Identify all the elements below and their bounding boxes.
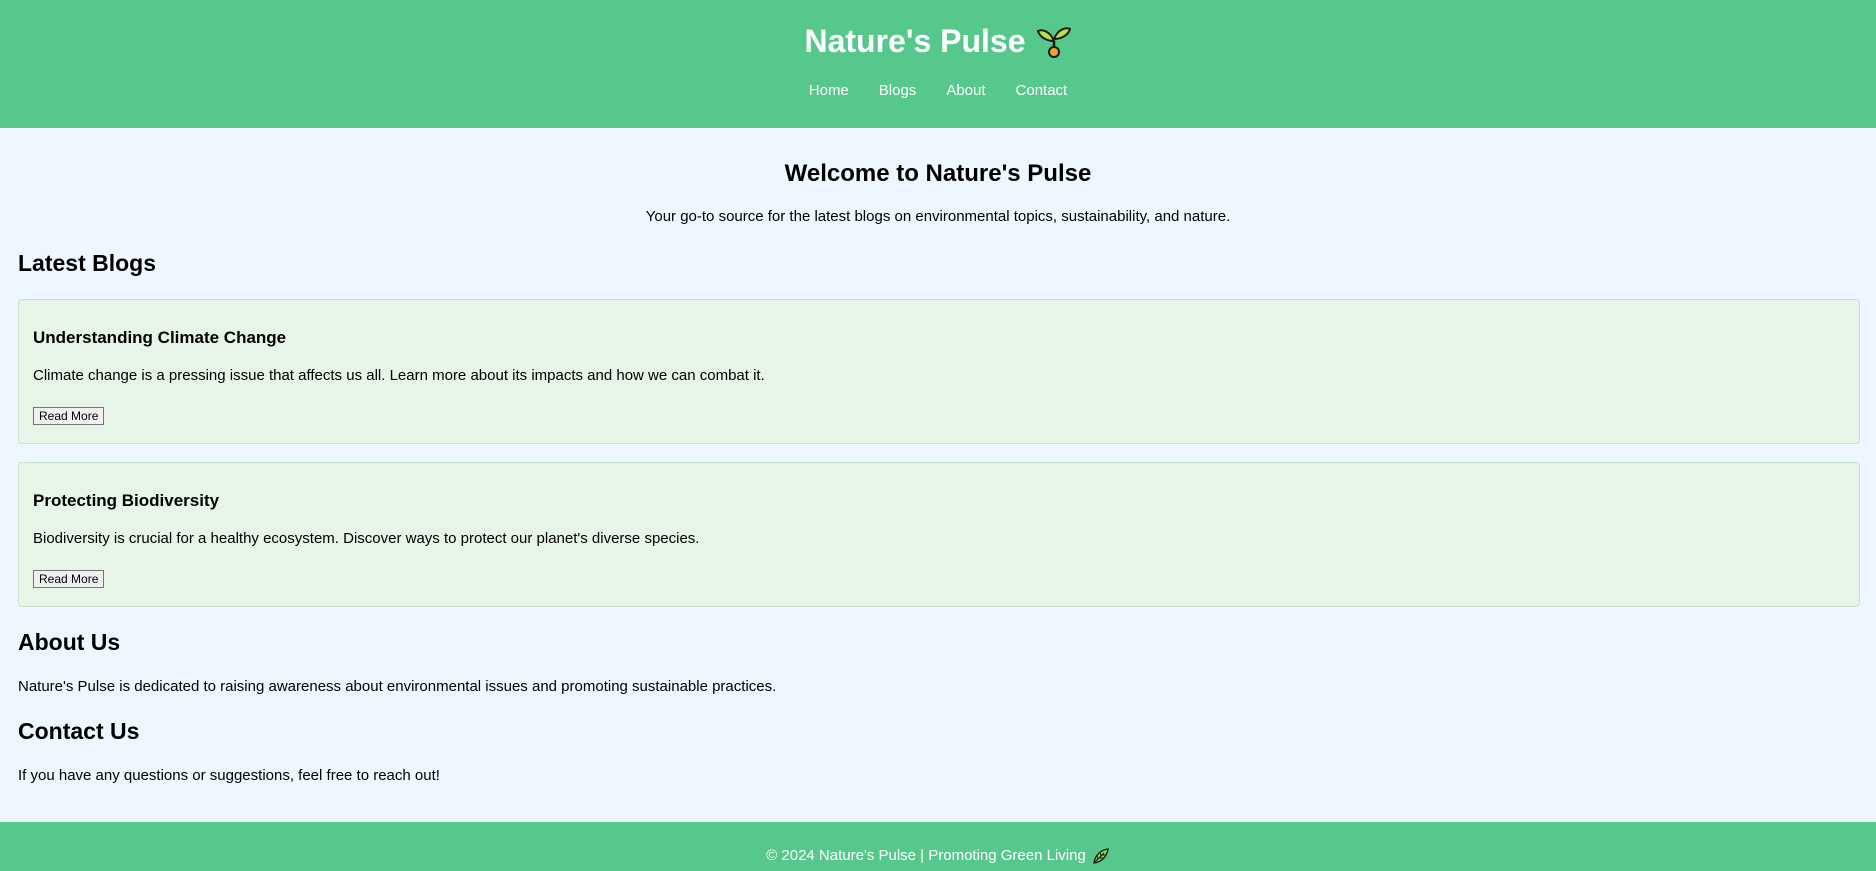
blog-title: Understanding Climate Change <box>33 328 287 347</box>
hero-title: Welcome to Nature's Pulse <box>784 160 1092 187</box>
main-nav: Home Blogs About Contact <box>0 80 1876 102</box>
read-more-button[interactable]: Read More <box>33 570 105 588</box>
main-content: Welcome to Nature's Pulse Your go-to sou… <box>0 128 1876 822</box>
nav-blogs-link[interactable]: Blogs <box>864 80 932 102</box>
sprout-icon <box>1036 27 1071 58</box>
contact-text: If you have any questions or suggestions… <box>18 767 440 784</box>
nav-home-link[interactable]: Home <box>794 80 864 102</box>
footer-text: © 2024 Nature's Pulse | Promoting Green … <box>766 847 1086 864</box>
blog-title: Protecting Biodiversity <box>33 491 220 510</box>
nav-contact-link[interactable]: Contact <box>1001 80 1083 102</box>
contact-heading: Contact Us <box>18 718 140 744</box>
latest-blogs-heading: Latest Blogs <box>18 250 157 276</box>
site-title: Nature's Pulse <box>804 23 1026 59</box>
footer-text-wrap: © 2024 Nature's Pulse | Promoting Green … <box>0 846 1876 866</box>
site-footer: © 2024 Nature's Pulse | Promoting Green … <box>0 822 1876 871</box>
site-header: Nature's Pulse Home Blogs About Contact <box>0 0 1876 128</box>
read-more-button[interactable]: Read More <box>33 407 105 425</box>
blog-summary: Biodiversity is crucial for a healthy ec… <box>33 530 700 547</box>
leaf-icon <box>1093 848 1109 864</box>
site-title-wrap: Nature's Pulse <box>0 20 1876 62</box>
about-text: Nature's Pulse is dedicated to raising a… <box>18 678 777 695</box>
about-heading: About Us <box>18 629 121 655</box>
hero-subtitle: Your go-to source for the latest blogs o… <box>645 208 1231 225</box>
blog-card: Understanding Climate Change Climate cha… <box>18 299 1860 444</box>
nav-about-link[interactable]: About <box>931 80 1000 102</box>
blog-summary: Climate change is a pressing issue that … <box>33 367 765 384</box>
blog-card: Protecting Biodiversity Biodiversity is … <box>18 462 1860 607</box>
